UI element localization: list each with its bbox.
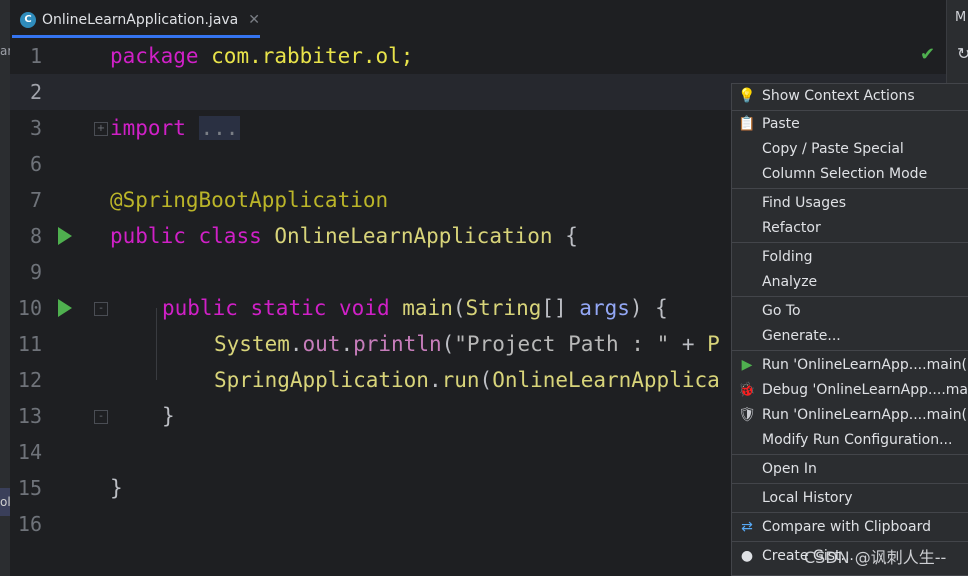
menu-item-run-with-coverage[interactable]: 🛡 Run 'OnlineLearnApp....main()' with Co… xyxy=(732,403,968,428)
fold-end-icon[interactable]: - xyxy=(94,410,108,424)
sync-icon[interactable]: ↻ xyxy=(957,44,968,63)
line-number: 13 xyxy=(17,404,42,428)
line-number: 2 xyxy=(29,80,42,104)
menu-item-paste[interactable]: 📋 Paste xyxy=(732,112,968,137)
run-icon: ▶ xyxy=(741,357,753,373)
fold-expand-icon[interactable]: + xyxy=(94,122,108,136)
tab-online-learn-application[interactable]: C OnlineLearnApplication.java ✕ xyxy=(12,4,260,38)
menu-item-generate[interactable]: Generate... xyxy=(732,324,968,349)
menu-separator xyxy=(732,454,968,455)
java-class-icon: C xyxy=(20,11,36,28)
menu-item-show-context-actions[interactable]: 💡 Show Context Actions xyxy=(732,84,968,109)
folded-imports[interactable]: ... xyxy=(198,116,241,140)
menu-item-modify-run-configuration[interactable]: Modify Run Configuration... xyxy=(732,428,968,453)
tab-title: OnlineLearnApplication.java xyxy=(41,11,239,28)
line-number: 1 xyxy=(29,44,42,68)
line-number: 6 xyxy=(29,152,42,176)
menu-separator xyxy=(732,242,968,243)
watermark-text: CSDN @讽刺人生-- xyxy=(804,548,947,567)
code-text: package com.rabbiter.ol; xyxy=(110,44,414,68)
line-number: 10 xyxy=(17,296,42,320)
menu-separator xyxy=(732,350,968,351)
line-number: 16 xyxy=(17,512,42,536)
code-line: 1 package com.rabbiter.ol; xyxy=(10,38,946,74)
menu-separator xyxy=(732,541,968,542)
left-panel-selected-fragment: oli xyxy=(0,488,10,516)
menu-separator xyxy=(732,188,968,189)
line-number: 12 xyxy=(17,368,42,392)
line-number: 14 xyxy=(17,440,42,464)
menu-separator xyxy=(732,296,968,297)
code-text: import ... xyxy=(110,116,241,140)
coverage-icon: 🛡 xyxy=(738,407,756,423)
menu-item-copy-paste-special[interactable]: Copy / Paste Special xyxy=(732,137,968,162)
line-number: 7 xyxy=(29,188,42,212)
code-text: System.out.println("Project Path : " + P xyxy=(214,332,720,356)
code-text: public class OnlineLearnApplication { xyxy=(110,224,578,248)
maven-tool-label[interactable]: M xyxy=(955,10,966,25)
line-number: 15 xyxy=(17,476,42,500)
clipboard-icon: 📋 xyxy=(738,116,756,132)
menu-separator xyxy=(732,110,968,111)
menu-item-go-to[interactable]: Go To xyxy=(732,299,968,324)
menu-separator xyxy=(732,483,968,484)
left-panel-strip[interactable]: ar oli xyxy=(0,0,10,576)
menu-item-compare-with-clipboard[interactable]: ⇄ Compare with Clipboard xyxy=(732,515,968,540)
code-text: } xyxy=(162,404,175,428)
fold-collapse-icon[interactable]: - xyxy=(94,302,108,316)
code-text: SpringApplication.run(OnlineLearnApplica xyxy=(214,368,720,392)
menu-item-folding[interactable]: Folding xyxy=(732,245,968,270)
menu-item-debug-main[interactable]: 🐞 Debug 'OnlineLearnApp....main()' xyxy=(732,378,968,403)
menu-separator xyxy=(732,512,968,513)
line-number: 3 xyxy=(29,116,42,140)
line-number: 9 xyxy=(29,260,42,284)
menu-item-refactor[interactable]: Refactor xyxy=(732,216,968,241)
code-text: public static void main(String[] args) { xyxy=(162,296,668,320)
run-gutter-icon[interactable] xyxy=(58,227,72,245)
left-panel-fragment: ar xyxy=(0,44,10,58)
close-icon[interactable]: ✕ xyxy=(248,12,260,28)
menu-item-find-usages[interactable]: Find Usages xyxy=(732,191,968,216)
debug-icon: 🐞 xyxy=(738,382,756,398)
run-gutter-icon[interactable] xyxy=(58,299,72,317)
menu-item-run-main[interactable]: ▶ Run 'OnlineLearnApp....main()' xyxy=(732,353,968,378)
menu-item-analyze[interactable]: Analyze xyxy=(732,270,968,295)
menu-item-local-history[interactable]: Local History xyxy=(732,486,968,511)
editor-tab-bar: C OnlineLearnApplication.java ✕ xyxy=(10,0,946,39)
lightbulb-icon: 💡 xyxy=(738,88,756,104)
code-text: } xyxy=(110,476,123,500)
compare-icon: ⇄ xyxy=(741,519,753,535)
line-number: 8 xyxy=(29,224,42,248)
code-text: @SpringBootApplication xyxy=(110,188,389,212)
menu-item-open-in[interactable]: Open In xyxy=(732,457,968,482)
editor-context-menu: 💡 Show Context Actions 📋 Paste Copy / Pa… xyxy=(731,83,968,576)
menu-item-column-selection-mode[interactable]: Column Selection Mode xyxy=(732,162,968,187)
github-icon: ● xyxy=(740,548,754,564)
line-number: 11 xyxy=(17,332,42,356)
